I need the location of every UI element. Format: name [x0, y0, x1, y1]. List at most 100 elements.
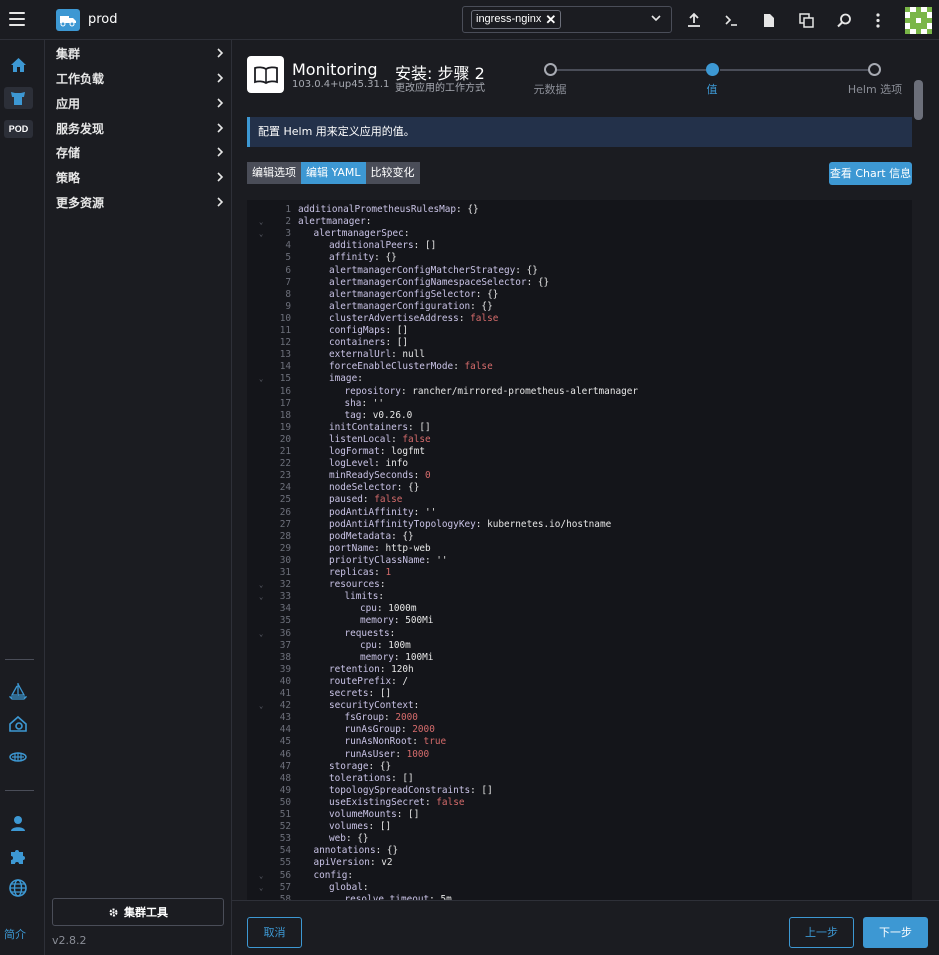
- code-line[interactable]: 19 initContainers: []: [247, 422, 907, 434]
- code-line[interactable]: 17 sha: '': [247, 398, 907, 410]
- code-line[interactable]: 4 additionalPeers: []: [247, 240, 907, 252]
- kubeconfig-file-icon[interactable]: [760, 11, 778, 29]
- code-line[interactable]: 39 retention: 120h: [247, 664, 907, 676]
- code-line[interactable]: 6 alertmanagerConfigMatcherStrategy: {}: [247, 265, 907, 277]
- code-line[interactable]: ⌄ 3 alertmanagerSpec:: [247, 228, 907, 240]
- code-line[interactable]: 38 memory: 100Mi: [247, 652, 907, 664]
- virtualization-icon[interactable]: [8, 747, 28, 767]
- code-line[interactable]: 20 listenLocal: false: [247, 434, 907, 446]
- code-line[interactable]: 10 clusterAdvertiseAddress: false: [247, 313, 907, 325]
- user-avatar[interactable]: [905, 7, 932, 34]
- previous-button[interactable]: 上一步: [789, 917, 854, 948]
- code-line[interactable]: 45 runAsNonRoot: true: [247, 736, 907, 748]
- fold-toggle-icon[interactable]: ⌄: [259, 216, 263, 228]
- code-line[interactable]: 8 alertmanagerConfigSelector: {}: [247, 289, 907, 301]
- tab-compare-changes[interactable]: 比较变化: [365, 162, 420, 184]
- code-line[interactable]: 28 podMetadata: {}: [247, 531, 907, 543]
- code-line[interactable]: 40 routePrefix: /: [247, 676, 907, 688]
- code-line[interactable]: 31 replicas: 1: [247, 567, 907, 579]
- code-line[interactable]: 54 annotations: {}: [247, 845, 907, 857]
- code-line[interactable]: 53 web: {}: [247, 833, 907, 845]
- code-line[interactable]: ⌄ 15 image:: [247, 373, 907, 385]
- hamburger-menu-icon[interactable]: [9, 12, 25, 26]
- nav-item-more-resources[interactable]: 更多资源: [56, 194, 224, 214]
- wizard-step-dot[interactable]: [868, 63, 881, 76]
- code-line[interactable]: 51 volumeMounts: []: [247, 809, 907, 821]
- yaml-editor[interactable]: 1 additionalPrometheusRulesMap: {} ⌄ 2 alert…: [247, 200, 912, 900]
- code-line[interactable]: 1 additionalPrometheusRulesMap: {}: [247, 204, 907, 216]
- copy-kubeconfig-icon[interactable]: [797, 11, 815, 29]
- fold-toggle-icon[interactable]: ⌄: [259, 228, 263, 240]
- code-line[interactable]: 49 topologySpreadConstraints: []: [247, 785, 907, 797]
- code-line[interactable]: 48 tolerations: []: [247, 773, 907, 785]
- nav-item-apps[interactable]: 应用: [56, 95, 224, 115]
- code-line[interactable]: 35 memory: 500Mi: [247, 615, 907, 627]
- view-chart-info-button[interactable]: 查看 Chart 信息: [829, 162, 912, 185]
- nav-item-storage[interactable]: 存储: [56, 144, 224, 164]
- code-line[interactable]: 37 cpu: 100m: [247, 640, 907, 652]
- about-link[interactable]: 简介: [4, 926, 26, 942]
- fold-toggle-icon[interactable]: ⌄: [259, 628, 263, 640]
- more-vertical-icon[interactable]: [869, 11, 887, 29]
- code-line[interactable]: ⌄ 42 securityContext:: [247, 700, 907, 712]
- kubectl-shell-icon[interactable]: [722, 11, 740, 29]
- code-line[interactable]: ⌄ 56 config:: [247, 870, 907, 882]
- fold-toggle-icon[interactable]: ⌄: [259, 373, 263, 385]
- code-line[interactable]: 12 containers: []: [247, 337, 907, 349]
- cluster-explorer-icon[interactable]: [8, 88, 28, 108]
- nav-item-cluster[interactable]: 集群: [56, 45, 224, 65]
- nav-item-workloads[interactable]: 工作负载: [56, 70, 224, 90]
- code-line[interactable]: ⌄ 36 requests:: [247, 628, 907, 640]
- fold-toggle-icon[interactable]: ⌄: [259, 870, 263, 882]
- code-line[interactable]: 52 volumes: []: [247, 821, 907, 833]
- code-line[interactable]: ⌄ 33 limits:: [247, 591, 907, 603]
- code-line[interactable]: 25 paused: false: [247, 494, 907, 506]
- code-line[interactable]: 55 apiVersion: v2: [247, 857, 907, 869]
- code-line[interactable]: 34 cpu: 1000m: [247, 603, 907, 615]
- code-line[interactable]: 13 externalUrl: null: [247, 349, 907, 361]
- fold-toggle-icon[interactable]: ⌄: [259, 579, 263, 591]
- cluster-management-icon[interactable]: [8, 714, 28, 734]
- code-line[interactable]: 16 repository: rancher/mirrored-prometheu…: [247, 386, 907, 398]
- code-line[interactable]: 24 nodeSelector: {}: [247, 482, 907, 494]
- code-line[interactable]: 23 minReadySeconds: 0: [247, 470, 907, 482]
- code-line[interactable]: ⌄ 32 resources:: [247, 579, 907, 591]
- cancel-button[interactable]: 取消: [247, 917, 302, 948]
- users-icon[interactable]: [8, 813, 28, 833]
- namespace-filter[interactable]: ingress-nginx ✕: [462, 6, 672, 33]
- code-line[interactable]: 14 forceEnableClusterMode: false: [247, 361, 907, 373]
- code-line[interactable]: 30 priorityClassName: '': [247, 555, 907, 567]
- remove-namespace-icon[interactable]: ✕: [545, 11, 556, 28]
- wizard-step-dot-active[interactable]: [706, 63, 719, 76]
- code-line[interactable]: 7 alertmanagerConfigNamespaceSelector: {}: [247, 277, 907, 289]
- fold-toggle-icon[interactable]: ⌄: [259, 591, 263, 603]
- import-yaml-icon[interactable]: [685, 11, 703, 29]
- code-line[interactable]: 46 runAsUser: 1000: [247, 749, 907, 761]
- code-line[interactable]: 47 storage: {}: [247, 761, 907, 773]
- globe-icon[interactable]: [8, 878, 28, 898]
- nav-item-policy[interactable]: 策略: [56, 169, 224, 189]
- code-line[interactable]: 43 fsGroup: 2000: [247, 712, 907, 724]
- wizard-step-dot[interactable]: [544, 63, 557, 76]
- fold-toggle-icon[interactable]: ⌄: [259, 882, 263, 894]
- code-line[interactable]: 21 logFormat: logfmt: [247, 446, 907, 458]
- code-line[interactable]: ⌄ 57 global:: [247, 882, 907, 894]
- code-line[interactable]: 29 portName: http-web: [247, 543, 907, 555]
- code-line[interactable]: 50 useExistingSecret: false: [247, 797, 907, 809]
- tab-edit-options[interactable]: 编辑选项: [247, 162, 301, 184]
- fleet-icon[interactable]: [8, 681, 28, 701]
- pod-cluster-label[interactable]: POD: [4, 120, 33, 138]
- code-line[interactable]: 41 secrets: []: [247, 688, 907, 700]
- fold-toggle-icon[interactable]: ⌄: [259, 700, 263, 712]
- nav-item-service-discovery[interactable]: 服务发现: [56, 120, 224, 140]
- code-line[interactable]: 11 configMaps: []: [247, 325, 907, 337]
- search-icon[interactable]: [835, 11, 853, 29]
- home-icon[interactable]: [8, 55, 28, 75]
- code-line[interactable]: 9 alertmanagerConfiguration: {}: [247, 301, 907, 313]
- code-line[interactable]: 18 tag: v0.26.0: [247, 410, 907, 422]
- code-line[interactable]: 5 affinity: {}: [247, 252, 907, 264]
- code-line[interactable]: 27 podAntiAffinityTopologyKey: kubernetes…: [247, 519, 907, 531]
- chevron-down-icon[interactable]: [651, 13, 661, 23]
- tab-edit-yaml[interactable]: 编辑 YAML: [301, 162, 366, 184]
- extensions-icon[interactable]: [8, 846, 28, 866]
